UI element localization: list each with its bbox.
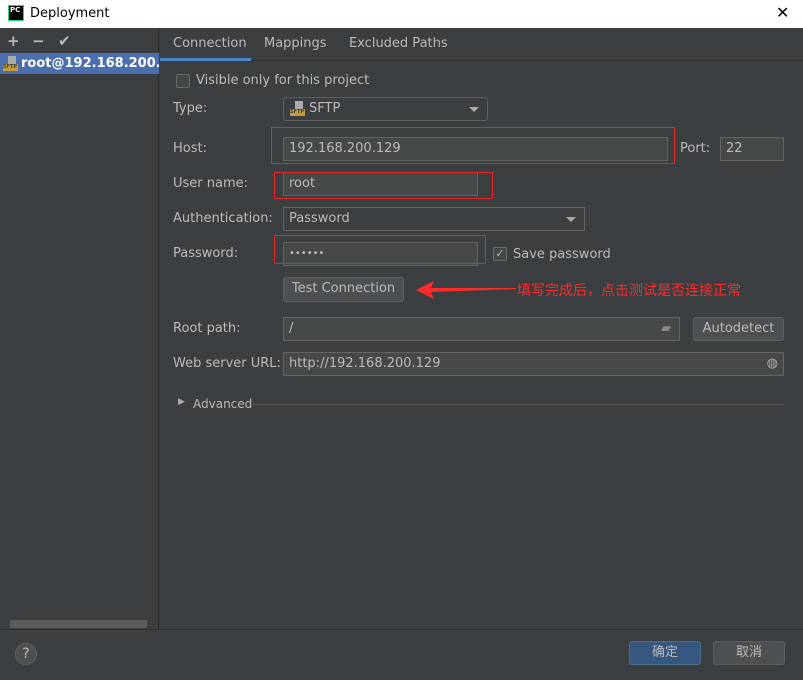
tab-excluded-paths[interactable]: Excluded Paths: [349, 30, 448, 60]
authentication-value: Password: [289, 211, 350, 226]
highlight-box: [274, 235, 486, 264]
highlight-box: [274, 172, 493, 199]
sftp-icon: [290, 101, 305, 116]
chevron-down-icon: [469, 107, 479, 112]
root-path-input[interactable]: / ▰: [283, 317, 680, 341]
type-dropdown[interactable]: SFTP: [283, 97, 488, 121]
help-button[interactable]: ?: [15, 643, 37, 665]
type-label: Type:: [173, 101, 208, 116]
globe-icon[interactable]: ◍: [767, 353, 778, 375]
tab-connection[interactable]: Connection: [173, 30, 247, 60]
server-list-item[interactable]: root@192.168.200.129:22: [0, 53, 159, 74]
active-tab-indicator: [160, 58, 251, 61]
server-label: root@192.168.200.129:22: [21, 56, 159, 71]
advanced-divider: [253, 404, 784, 405]
authentication-dropdown[interactable]: Password: [283, 207, 585, 231]
set-default-button[interactable]: ✔: [58, 32, 71, 50]
password-label: Password:: [173, 246, 239, 261]
save-password-checkbox[interactable]: ✓: [493, 247, 507, 261]
host-label: Host:: [173, 141, 207, 156]
host-input[interactable]: 192.168.200.129: [283, 137, 668, 161]
remove-server-button[interactable]: −: [32, 32, 45, 50]
close-icon[interactable]: ✕: [776, 3, 789, 22]
title-bar: PC Deployment ✕: [0, 0, 803, 28]
authentication-label: Authentication:: [173, 211, 273, 226]
add-server-button[interactable]: +: [7, 32, 20, 50]
web-url-label: Web server URL:: [173, 356, 281, 371]
chevron-down-icon: [566, 217, 576, 222]
pycharm-logo-icon: PC: [8, 5, 24, 21]
web-url-value: http://192.168.200.129: [289, 356, 441, 371]
horizontal-scrollbar[interactable]: [10, 620, 147, 628]
type-value: SFTP: [309, 101, 341, 116]
arrow-annotation-icon: [416, 281, 516, 299]
advanced-toggle[interactable]: Advanced: [193, 397, 252, 411]
autodetect-button[interactable]: Autodetect: [693, 317, 784, 341]
visible-only-checkbox[interactable]: [176, 74, 190, 88]
port-input[interactable]: 22: [720, 137, 784, 161]
tab-divider: [160, 60, 803, 61]
username-label: User name:: [173, 176, 249, 191]
visible-only-label: Visible only for this project: [196, 73, 370, 88]
sftp-icon: [3, 56, 18, 71]
port-label: Port:: [680, 141, 711, 156]
footer-divider: [0, 629, 803, 630]
folder-icon[interactable]: ▰: [661, 318, 671, 340]
root-path-value: /: [289, 321, 294, 336]
window-title: Deployment: [30, 6, 110, 21]
ok-button[interactable]: 确定: [629, 641, 701, 665]
root-path-label: Root path:: [173, 321, 241, 336]
save-password-label: Save password: [513, 247, 611, 262]
cancel-button[interactable]: 取消: [713, 641, 785, 665]
expand-triangle-icon[interactable]: ▶: [178, 397, 185, 407]
server-list-panel: [0, 28, 159, 629]
web-url-input[interactable]: http://192.168.200.129 ◍: [283, 352, 784, 376]
annotation-text: 填写完成后，点击测试是否连接正常: [517, 283, 741, 299]
tab-mappings[interactable]: Mappings: [264, 30, 327, 60]
test-connection-button[interactable]: Test Connection: [283, 277, 404, 302]
